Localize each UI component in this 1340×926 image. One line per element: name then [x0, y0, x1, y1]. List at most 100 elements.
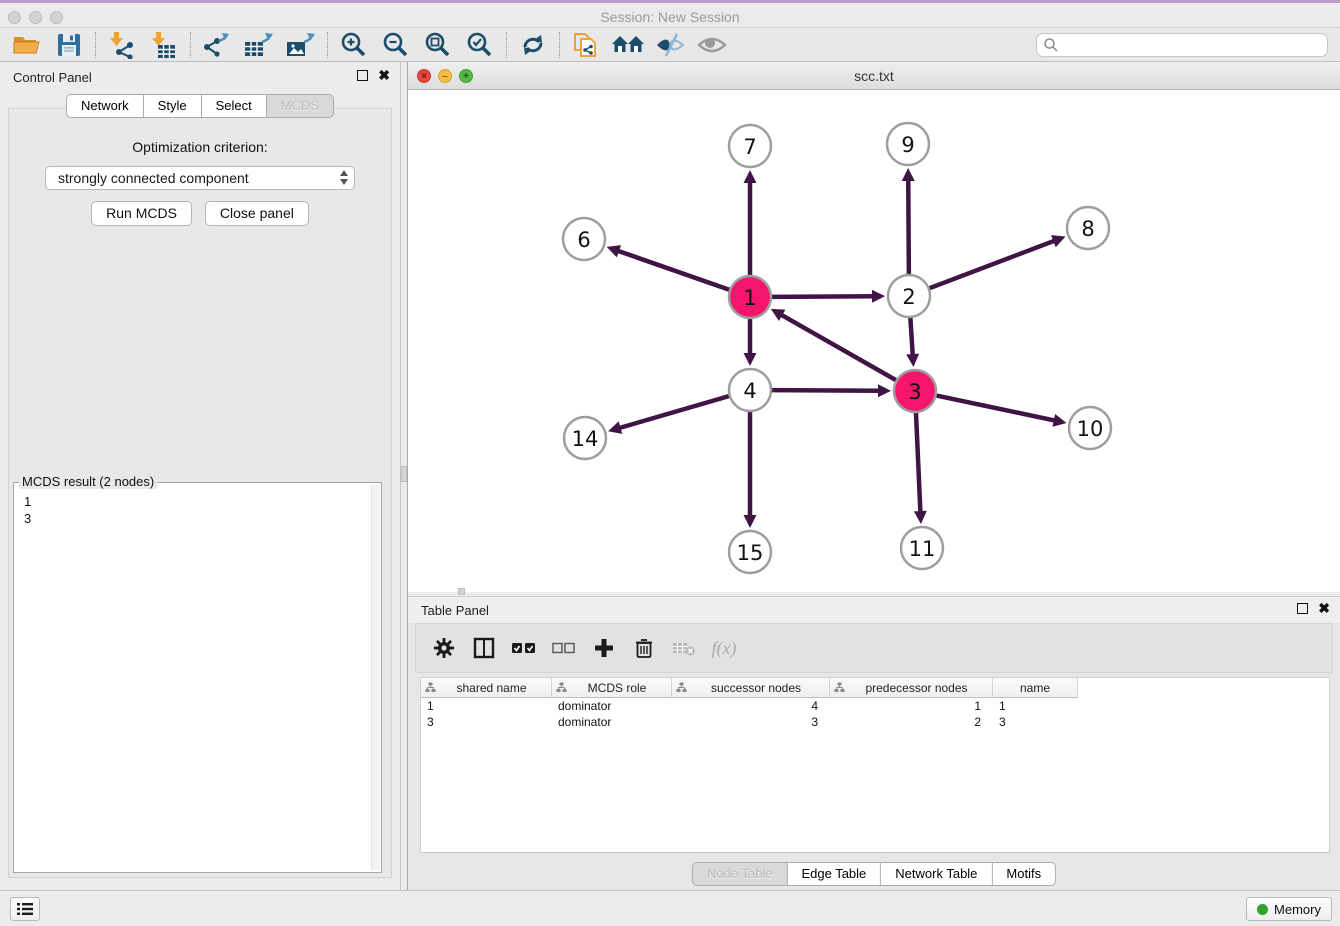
table-panel-tabs: Node Table Edge Table Network Table Moti… [692, 862, 1056, 886]
graph-edge-2-9[interactable] [908, 178, 909, 274]
graph-edge-4-14[interactable] [618, 396, 729, 428]
graph-node-1[interactable]: 1 [729, 276, 771, 318]
graph-node-8[interactable]: 8 [1067, 207, 1109, 249]
save-session-icon[interactable] [48, 30, 90, 60]
tab-network[interactable]: Network [66, 94, 144, 118]
open-session-icon[interactable] [6, 30, 48, 60]
graph-node-2[interactable]: 2 [888, 275, 930, 317]
float-table-panel-icon[interactable] [1297, 603, 1308, 614]
tab-node-table[interactable]: Node Table [692, 862, 788, 886]
export-network-icon[interactable] [196, 30, 238, 60]
tab-edge-table[interactable]: Edge Table [787, 862, 881, 886]
graph-node-11[interactable]: 11 [901, 527, 943, 569]
column-header-name[interactable]: name [993, 678, 1078, 698]
canvas-resize-grip[interactable] [458, 588, 465, 595]
copy-network-icon[interactable] [565, 30, 607, 60]
mcds-result-list[interactable]: 1 3 [14, 483, 381, 527]
cell-predecessor-nodes[interactable]: 2 [830, 714, 993, 730]
graph-edge-3-10[interactable] [937, 396, 1057, 421]
cell-successor-nodes[interactable]: 4 [672, 698, 830, 714]
delete-column-icon[interactable] [628, 632, 660, 664]
graph-node-10[interactable]: 10 [1069, 407, 1111, 449]
close-table-panel-icon[interactable]: ✖ [1318, 603, 1330, 614]
memory-button[interactable]: Memory [1246, 897, 1332, 921]
cell-successor-nodes[interactable]: 3 [672, 714, 830, 730]
graph-node-14[interactable]: 14 [564, 417, 606, 459]
graph-node-9[interactable]: 9 [887, 123, 929, 165]
graph-edge-2-8[interactable] [930, 240, 1057, 288]
column-panel-icon[interactable] [468, 632, 500, 664]
column-header-shared-name[interactable]: shared name [421, 678, 552, 698]
zoom-fit-icon[interactable] [417, 30, 459, 60]
cell-predecessor-nodes[interactable]: 1 [830, 698, 993, 714]
control-panel: Control Panel ✖ Network Style Select MCD… [0, 62, 400, 890]
import-network-icon[interactable] [101, 30, 143, 60]
tab-select[interactable]: Select [202, 94, 267, 118]
tab-style[interactable]: Style [144, 94, 202, 118]
add-column-icon[interactable] [588, 632, 620, 664]
close-panel-icon[interactable]: ✖ [378, 70, 390, 81]
status-bar: Memory [0, 890, 1340, 926]
zoom-out-icon[interactable] [375, 30, 417, 60]
graph-node-7[interactable]: 7 [729, 125, 771, 167]
cell-name[interactable]: 3 [993, 714, 1078, 730]
run-mcds-button[interactable]: Run MCDS [91, 201, 192, 226]
tab-mcds[interactable]: MCDS [267, 94, 334, 118]
export-image-icon[interactable] [280, 30, 322, 60]
close-panel-button[interactable]: Close panel [205, 201, 309, 226]
graph-node-3[interactable]: 3 [894, 370, 936, 412]
graph-node-4[interactable]: 4 [729, 369, 771, 411]
panel-splitter[interactable] [400, 62, 408, 890]
cell-mcds-role[interactable]: dominator [552, 698, 672, 714]
tab-motifs[interactable]: Motifs [992, 862, 1056, 886]
cell-shared-name[interactable]: 3 [421, 714, 552, 730]
zoom-selected-icon[interactable] [459, 30, 501, 60]
network-window-titlebar[interactable]: × – + scc.txt [408, 62, 1340, 90]
zoom-in-icon[interactable] [333, 30, 375, 60]
search-input[interactable] [1036, 33, 1328, 57]
refresh-icon[interactable] [512, 30, 554, 60]
table-row[interactable]: 3 dominator 3 2 3 [421, 714, 1329, 730]
graph-edge-4-3[interactable] [772, 390, 881, 391]
node-label: 15 [737, 541, 764, 565]
import-table-icon[interactable] [143, 30, 185, 60]
graph-edge-3-11[interactable] [916, 413, 921, 514]
cell-name[interactable]: 1 [993, 698, 1078, 714]
show-all-icon[interactable] [691, 30, 733, 60]
cell-mcds-role[interactable]: dominator [552, 714, 672, 730]
column-header-predecessor-nodes[interactable]: predecessor nodes [830, 678, 993, 698]
export-table-icon[interactable] [238, 30, 280, 60]
graph-node-15[interactable]: 15 [729, 531, 771, 573]
float-panel-icon[interactable] [357, 70, 368, 81]
toolbar-separator [559, 32, 560, 58]
table-row[interactable]: 1 dominator 4 1 1 [421, 698, 1329, 714]
graph-edge-2-3[interactable] [910, 318, 912, 357]
hide-selected-icon[interactable] [649, 30, 691, 60]
graph-edge-3-1[interactable] [780, 314, 896, 380]
network-view-window: × – + scc.txt 7 9 6 8 1 2 4 3 14 10 15 11 [408, 62, 1340, 592]
graph-node-6[interactable]: 6 [563, 218, 605, 260]
graph-edge-1-6[interactable] [616, 250, 729, 290]
deselect-all-icon[interactable] [548, 632, 580, 664]
function-builder-icon[interactable]: f(x) [708, 632, 740, 664]
control-panel-titlebar: Control Panel ✖ [0, 62, 400, 94]
home-icon[interactable] [607, 30, 649, 60]
delete-table-icon[interactable] [668, 632, 700, 664]
graph-edge-1-2[interactable] [772, 296, 875, 297]
cell-shared-name[interactable]: 1 [421, 698, 552, 714]
column-header-mcds-role[interactable]: MCDS role [552, 678, 672, 698]
node-label: 1 [743, 286, 756, 310]
select-all-icon[interactable] [508, 632, 540, 664]
criterion-select[interactable]: strongly connected component [45, 166, 355, 190]
gear-icon[interactable] [428, 632, 460, 664]
mcds-result-line: 3 [24, 510, 371, 527]
control-panel-title: Control Panel [13, 70, 92, 85]
column-header-successor-nodes[interactable]: successor nodes [672, 678, 830, 698]
search-icon [1043, 37, 1059, 58]
network-canvas[interactable]: 7 9 6 8 1 2 4 3 14 10 15 11 [408, 90, 1340, 592]
table-panel: Table Panel ✖ f(x) [408, 596, 1340, 890]
result-scrollbar[interactable] [371, 485, 380, 870]
splitter-grip[interactable] [401, 466, 407, 482]
tab-network-table[interactable]: Network Table [881, 862, 992, 886]
task-history-button[interactable] [10, 897, 40, 921]
